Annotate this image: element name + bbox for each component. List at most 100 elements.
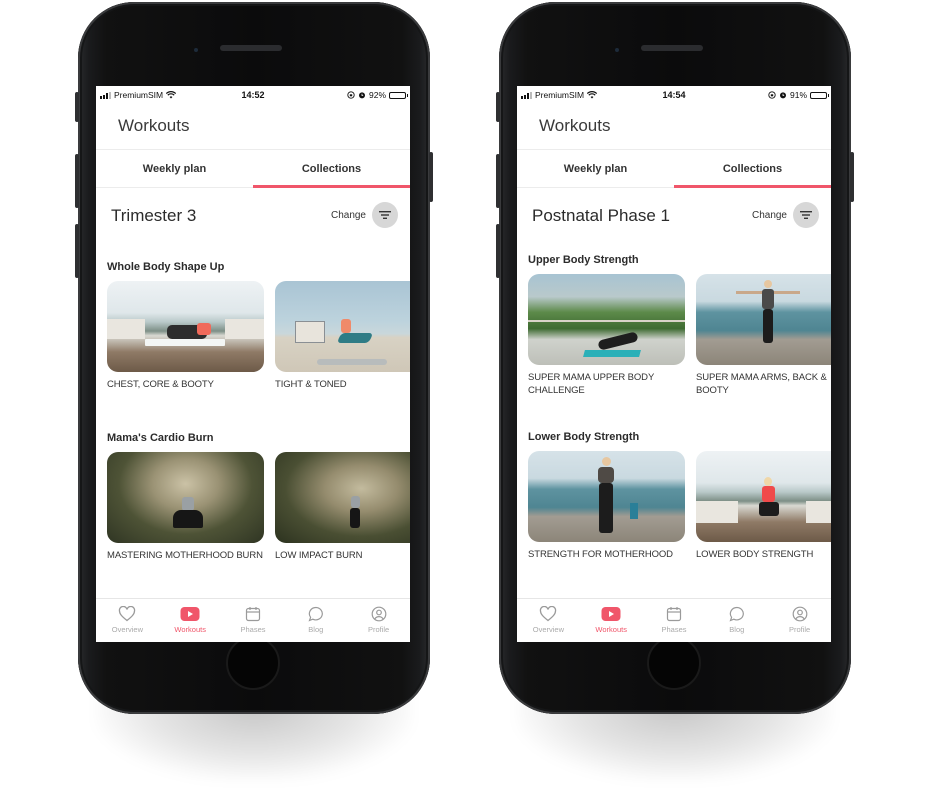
nav-label: Overview <box>532 625 565 634</box>
nav-label: Profile <box>788 625 811 634</box>
nav-blog[interactable]: Blog <box>705 599 768 642</box>
nav-phases[interactable]: Phases <box>222 599 285 642</box>
alarm-icon <box>358 92 365 99</box>
workout-title: STRENGTH FOR MOTHERHOOD <box>528 549 673 560</box>
nav-label: Workouts <box>595 625 627 634</box>
card-carousel[interactable]: STRENGTH FOR MOTHERHOOD LOWER BODY STREN… <box>528 451 831 562</box>
power-button <box>850 152 854 202</box>
workout-card[interactable]: SUPER MAMA ARMS, BACK & BOOTY <box>696 274 831 397</box>
nav-label: Phases <box>661 625 687 634</box>
battery-percent: 92% <box>368 90 386 100</box>
collection-section: Upper Body Strength SUPER MAMA UPPER BOD… <box>517 254 831 397</box>
earpiece-speaker <box>641 45 703 51</box>
collection-section: Whole Body Shape Up CHEST, CORE & BOOTY <box>96 261 410 392</box>
app-screen: PremiumSIM 14:54 91% Workouts Weekly pla… <box>517 86 831 642</box>
status-bar: PremiumSIM 14:54 91% <box>517 86 831 104</box>
mute-switch <box>75 92 79 122</box>
calendar-icon <box>245 607 261 622</box>
nav-phases[interactable]: Phases <box>643 599 706 642</box>
collection-section: Mama's Cardio Burn MASTERING MOTHERHOOD … <box>96 432 410 563</box>
earpiece-speaker <box>220 45 282 51</box>
workout-title: CHEST, CORE & BOOTY <box>107 379 214 390</box>
nav-overview[interactable]: Overview <box>517 599 580 642</box>
card-carousel[interactable]: CHEST, CORE & BOOTY TIGHT & TONED <box>107 281 410 392</box>
workout-card[interactable]: LOW IMPACT BURN <box>275 451 410 563</box>
nav-label: Phases <box>240 625 266 634</box>
workout-thumbnail <box>107 451 264 543</box>
change-phase-button[interactable]: Change <box>331 202 398 228</box>
heart-icon <box>540 606 557 622</box>
volume-up-button <box>75 154 79 208</box>
workout-thumbnail <box>528 451 685 542</box>
volume-up-button <box>496 154 500 208</box>
home-button[interactable] <box>647 636 701 690</box>
volume-down-button <box>496 224 500 278</box>
volume-down-button <box>75 224 79 278</box>
workout-thumbnail <box>275 281 410 372</box>
workout-card[interactable]: LOWER BODY STRENGTH <box>696 451 831 562</box>
change-label: Change <box>751 209 787 221</box>
front-camera <box>194 48 198 52</box>
app-screen: PremiumSIM 14:52 92% Workouts Weekly pla… <box>96 86 410 642</box>
filter-icon[interactable] <box>793 202 819 228</box>
battery-icon <box>810 91 829 99</box>
tab-weekly-plan[interactable]: Weekly plan <box>96 150 253 187</box>
section-title: Whole Body Shape Up <box>107 261 225 273</box>
tab-collections[interactable]: Collections <box>253 150 410 188</box>
phone-right: PremiumSIM 14:54 91% Workouts Weekly pla… <box>496 2 854 780</box>
workout-title: SUPER MAMA UPPER BODY CHALLENGE <box>528 372 655 396</box>
change-phase-button[interactable]: Change <box>752 202 819 228</box>
workout-card[interactable]: STRENGTH FOR MOTHERHOOD <box>528 451 685 562</box>
workout-thumbnail <box>696 274 831 365</box>
filter-icon[interactable] <box>372 202 398 228</box>
nav-profile[interactable]: Profile <box>347 599 410 642</box>
nav-profile[interactable]: Profile <box>768 599 831 642</box>
profile-icon <box>371 606 386 622</box>
play-icon <box>601 607 621 621</box>
nav-label: Profile <box>367 625 390 634</box>
collection-section: Lower Body Strength STRENGTH FOR MOTHERH… <box>517 431 831 562</box>
card-carousel[interactable]: SUPER MAMA UPPER BODY CHALLENGE SUPER MA… <box>528 274 831 397</box>
section-title: Mama's Cardio Burn <box>107 431 214 444</box>
section-title: Lower Body Strength <box>528 431 640 443</box>
page-title: Workouts <box>517 104 831 150</box>
workout-card[interactable]: SUPER MAMA UPPER BODY CHALLENGE <box>528 274 685 397</box>
chat-bubble-icon <box>308 606 323 622</box>
tab-collections[interactable]: Collections <box>674 150 831 188</box>
battery-percent: 91% <box>789 90 807 100</box>
workout-card[interactable]: CHEST, CORE & BOOTY <box>107 281 264 392</box>
card-carousel[interactable]: MASTERING MOTHERHOOD BURN LOW IMPACT BUR… <box>107 451 410 563</box>
tab-bar: Weekly plan Collections <box>96 150 410 188</box>
nav-blog[interactable]: Blog <box>284 599 347 642</box>
workout-title: MASTERING MOTHERHOOD BURN <box>107 549 263 561</box>
workout-thumbnail <box>528 274 685 365</box>
workout-card[interactable]: TIGHT & TONED <box>275 281 410 392</box>
nav-workouts[interactable]: Workouts <box>159 599 222 642</box>
nav-label: Blog <box>308 625 324 634</box>
battery-icon <box>389 91 408 99</box>
bottom-nav: Overview Workouts Phases Blog Profile <box>96 598 410 642</box>
nav-overview[interactable]: Overview <box>96 599 159 642</box>
heart-icon <box>119 606 136 622</box>
power-button <box>429 152 433 202</box>
workout-title: TIGHT & TONED <box>275 379 347 390</box>
section-title: Upper Body Strength <box>528 254 639 266</box>
workout-thumbnail <box>275 451 410 543</box>
phase-title: Trimester 3 <box>111 206 197 225</box>
nav-label: Workouts <box>174 625 206 634</box>
alarm-icon <box>779 92 786 99</box>
mute-switch <box>496 92 500 122</box>
chat-bubble-icon <box>729 606 744 622</box>
workout-title: LOWER BODY STRENGTH <box>696 549 814 560</box>
home-button[interactable] <box>226 636 280 690</box>
workout-title: LOW IMPACT BURN <box>275 549 363 561</box>
workout-card[interactable]: MASTERING MOTHERHOOD BURN <box>107 451 264 563</box>
nav-workouts[interactable]: Workouts <box>580 599 643 642</box>
phase-header: Trimester 3 Change <box>96 188 410 246</box>
status-bar: PremiumSIM 14:52 92% <box>96 86 410 104</box>
tab-weekly-plan[interactable]: Weekly plan <box>517 150 674 187</box>
phase-header: Postnatal Phase 1 Change <box>517 188 831 246</box>
phase-title: Postnatal Phase 1 <box>532 206 670 225</box>
front-camera <box>615 48 619 52</box>
profile-icon <box>792 606 807 622</box>
